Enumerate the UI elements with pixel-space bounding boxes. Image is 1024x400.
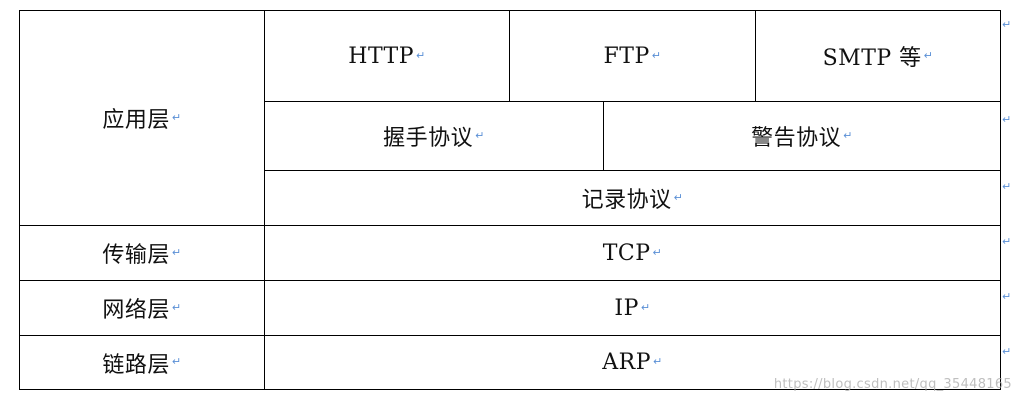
row-end-mark-icon: ↵ — [1002, 235, 1012, 248]
paragraph-mark-icon: ↵ — [651, 48, 662, 62]
paragraph-mark-icon: ↵ — [843, 128, 853, 142]
protocol-smtp: SMTP 等 ↵ — [756, 11, 1000, 101]
protocol-label: TCP — [602, 240, 651, 266]
layer-label: 应用层 — [102, 108, 170, 133]
paragraph-mark-icon: ↵ — [923, 48, 934, 62]
protocol-label: FTP — [603, 43, 650, 69]
protocol-label: 握手协议 — [383, 126, 474, 151]
row-end-mark-icon: ↵ — [1002, 345, 1012, 358]
protocol-label: IP — [614, 295, 639, 321]
protocol-label: 警告协议 — [751, 126, 842, 151]
row-end-mark-icon: ↵ — [1002, 18, 1012, 31]
protocol-alert: 警告协议 ↵ — [604, 102, 1000, 170]
paragraph-mark-icon: ↵ — [171, 110, 182, 124]
protocol-tcp: TCP ↵ — [265, 226, 1000, 280]
table-border-right — [1000, 10, 1001, 390]
row-end-mark-icon: ↵ — [1002, 290, 1012, 303]
layer-link: 链路层 ↵ — [20, 336, 264, 389]
paragraph-mark-icon: ↵ — [673, 190, 684, 204]
layer-transport: 传输层 ↵ — [20, 226, 264, 280]
layer-application: 应用层 ↵ — [20, 11, 264, 225]
paragraph-mark-icon: ↵ — [640, 300, 651, 314]
paragraph-mark-icon: ↵ — [652, 245, 663, 259]
layer-label: 链路层 — [102, 352, 170, 378]
row-end-mark-icon: ↵ — [1002, 180, 1012, 193]
layer-label: 网络层 — [102, 298, 170, 323]
layer-label: 传输层 — [102, 243, 170, 268]
protocol-ftp: FTP ↵ — [510, 11, 755, 101]
paragraph-mark-icon: ↵ — [475, 128, 485, 142]
protocol-label: 记录协议 — [581, 188, 672, 213]
paragraph-mark-icon: ↵ — [171, 355, 182, 368]
protocol-label: ARP — [602, 350, 652, 375]
protocol-http: HTTP ↵ — [265, 11, 509, 101]
protocol-handshake: 握手协议 ↵ — [265, 102, 603, 170]
paragraph-mark-icon: ↵ — [416, 48, 426, 62]
protocol-record: 记录协议 ↵ — [265, 171, 1000, 225]
row-end-mark-icon: ↵ — [1002, 113, 1012, 126]
layer-network: 网络层 ↵ — [20, 281, 264, 335]
protocol-ip: IP ↵ — [265, 281, 1000, 335]
paragraph-mark-icon: ↵ — [653, 355, 663, 368]
source-watermark: https://blog.csdn.net/qq_35448165 — [773, 377, 1012, 392]
paragraph-mark-icon: ↵ — [171, 245, 182, 259]
protocol-label: HTTP — [348, 43, 415, 69]
protocol-label: SMTP 等 — [822, 46, 922, 71]
paragraph-mark-icon: ↵ — [171, 300, 182, 314]
